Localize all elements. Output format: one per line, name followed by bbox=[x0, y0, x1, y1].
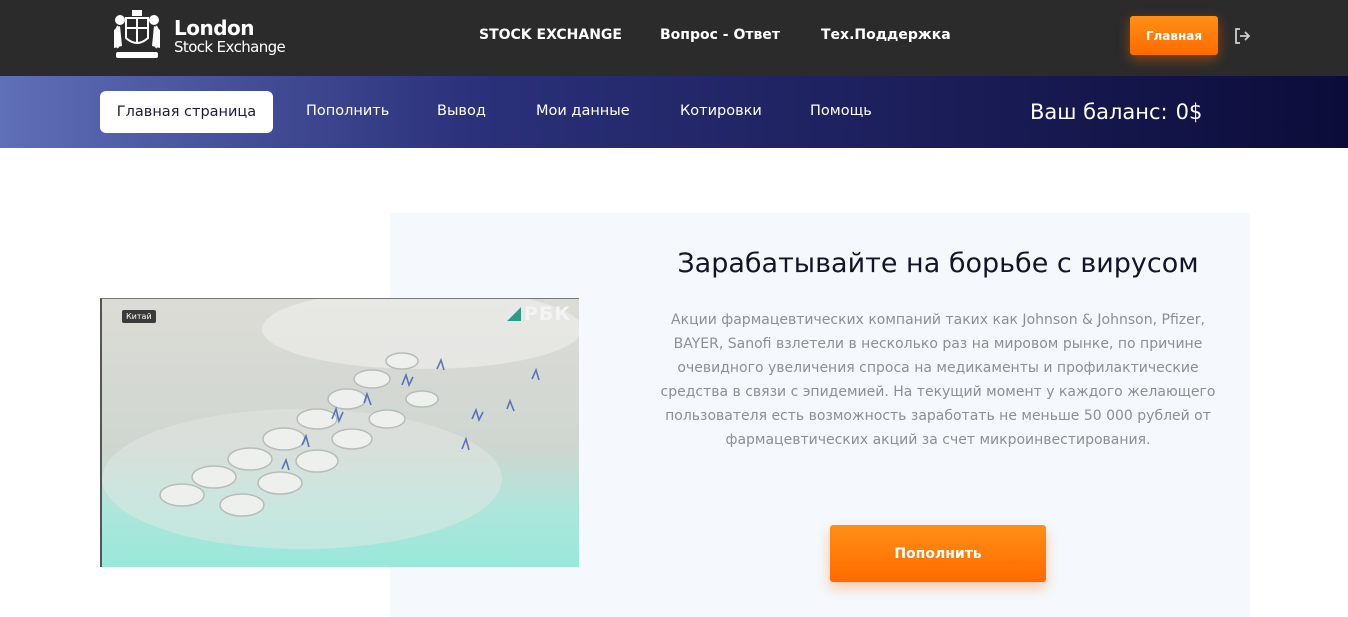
nav-support[interactable]: Тех.Поддержка bbox=[821, 27, 951, 43]
tab-my-data[interactable]: Мои данные bbox=[536, 103, 630, 119]
rbk-logo-icon bbox=[507, 307, 521, 321]
video-brand: РБК bbox=[507, 303, 571, 325]
video-player[interactable] bbox=[100, 298, 579, 567]
video-brand-label: РБК bbox=[524, 303, 571, 325]
tab-deposit[interactable]: Пополнить bbox=[306, 103, 389, 119]
main-button[interactable]: Главная bbox=[1130, 16, 1218, 55]
top-bar: London Stock Exchange STOCK EXCHANGE Воп… bbox=[0, 0, 1348, 76]
promo-description: Акции фармацевтических компаний таких ка… bbox=[660, 312, 1216, 448]
nav-faq[interactable]: Вопрос - Ответ bbox=[660, 27, 780, 43]
nav-stock-exchange[interactable]: STOCK EXCHANGE bbox=[479, 27, 622, 43]
video-frame-image bbox=[102, 299, 579, 567]
site-logo[interactable]: London Stock Exchange bbox=[108, 8, 298, 64]
balance-label: Ваш баланс: bbox=[1030, 100, 1168, 124]
crest-icon bbox=[114, 10, 160, 58]
tab-home[interactable]: Главная страница bbox=[100, 91, 273, 133]
page-headline: Зарабатывайте на борьбе с вирусом bbox=[677, 248, 1199, 279]
tab-quotes[interactable]: Котировки bbox=[680, 103, 762, 119]
video-region-tag: Китай bbox=[122, 310, 156, 323]
logout-icon[interactable] bbox=[1232, 26, 1252, 46]
deposit-button[interactable]: Пополнить bbox=[830, 525, 1046, 582]
logo-line2: Stock Exchange bbox=[174, 37, 286, 56]
balance: Ваш баланс: 0$ bbox=[1030, 100, 1202, 124]
logo-line1: London bbox=[174, 15, 255, 40]
sub-nav-bar: Главная страница Пополнить Вывод Мои дан… bbox=[0, 76, 1348, 148]
balance-value: 0$ bbox=[1175, 100, 1203, 124]
tab-help[interactable]: Помощь bbox=[810, 103, 872, 119]
tab-withdraw[interactable]: Вывод bbox=[437, 103, 486, 119]
